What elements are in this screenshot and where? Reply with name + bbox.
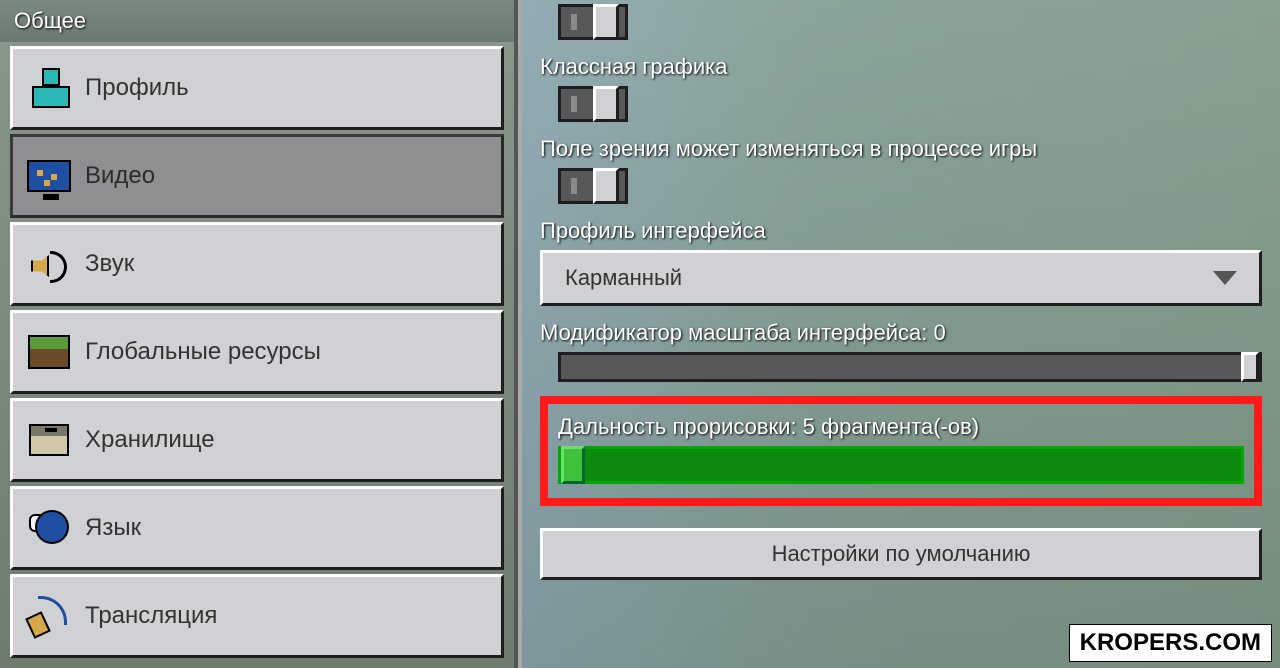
fov-can-change-toggle[interactable] — [558, 168, 628, 204]
sidebar-section-general: Общее — [0, 0, 514, 42]
sidebar-item-label: Глобальные ресурсы — [85, 338, 321, 366]
chevron-down-icon — [1213, 271, 1237, 285]
profile-icon — [13, 68, 85, 108]
sidebar-item-broadcast[interactable]: Трансляция — [10, 574, 504, 658]
speaker-icon — [13, 247, 85, 281]
ui-profile-value: Карманный — [565, 265, 682, 291]
gui-scale-slider[interactable] — [558, 352, 1262, 382]
settings-main-panel: Классная графика Поле зрения может измен… — [518, 0, 1280, 668]
sidebar-item-language[interactable]: Язык — [10, 486, 504, 570]
slider-handle[interactable] — [561, 446, 585, 484]
render-distance-slider[interactable] — [558, 446, 1244, 484]
globe-icon — [13, 508, 85, 548]
grass-block-icon — [13, 335, 85, 369]
sidebar-item-global-resources[interactable]: Глобальные ресурсы — [10, 310, 504, 394]
settings-sidebar: Общее Профиль Видео Звук Глобальные ресу… — [0, 0, 518, 668]
sidebar-item-label: Язык — [85, 514, 141, 542]
sidebar-item-profile[interactable]: Профиль — [10, 46, 504, 130]
sidebar-item-label: Трансляция — [85, 602, 217, 630]
fov-toggle-label: Поле зрения может изменяться в процессе … — [540, 136, 1262, 162]
sidebar-item-label: Видео — [85, 162, 155, 190]
ui-profile-dropdown[interactable]: Карманный — [540, 250, 1262, 306]
storage-box-icon — [13, 424, 85, 456]
slider-handle[interactable] — [1241, 352, 1259, 382]
render-distance-highlight: Дальность прорисовки: 5 фрагмента(-ов) — [540, 396, 1262, 506]
sidebar-item-label: Хранилище — [85, 426, 215, 454]
monitor-icon — [13, 160, 85, 192]
watermark: KROPERS.COM — [1069, 624, 1272, 662]
sidebar-item-sound[interactable]: Звук — [10, 222, 504, 306]
broadcast-icon — [13, 596, 85, 636]
fancy-graphics-label: Классная графика — [540, 54, 1262, 80]
render-distance-label: Дальность прорисовки: 5 фрагмента(-ов) — [558, 414, 1244, 440]
sidebar-list: Профиль Видео Звук Глобальные ресурсы Хр… — [0, 42, 514, 668]
reset-defaults-button[interactable]: Настройки по умолчанию — [540, 528, 1262, 580]
reset-defaults-label: Настройки по умолчанию — [772, 541, 1031, 567]
ui-profile-label: Профиль интерфейса — [540, 218, 1262, 244]
sidebar-item-label: Звук — [85, 250, 134, 278]
sidebar-item-storage[interactable]: Хранилище — [10, 398, 504, 482]
gui-scale-label: Модификатор масштаба интерфейса: 0 — [540, 320, 1262, 346]
top-toggle[interactable] — [558, 4, 628, 40]
sidebar-item-video[interactable]: Видео — [10, 134, 504, 218]
fancy-graphics-toggle[interactable] — [558, 86, 628, 122]
sidebar-item-label: Профиль — [85, 74, 189, 102]
